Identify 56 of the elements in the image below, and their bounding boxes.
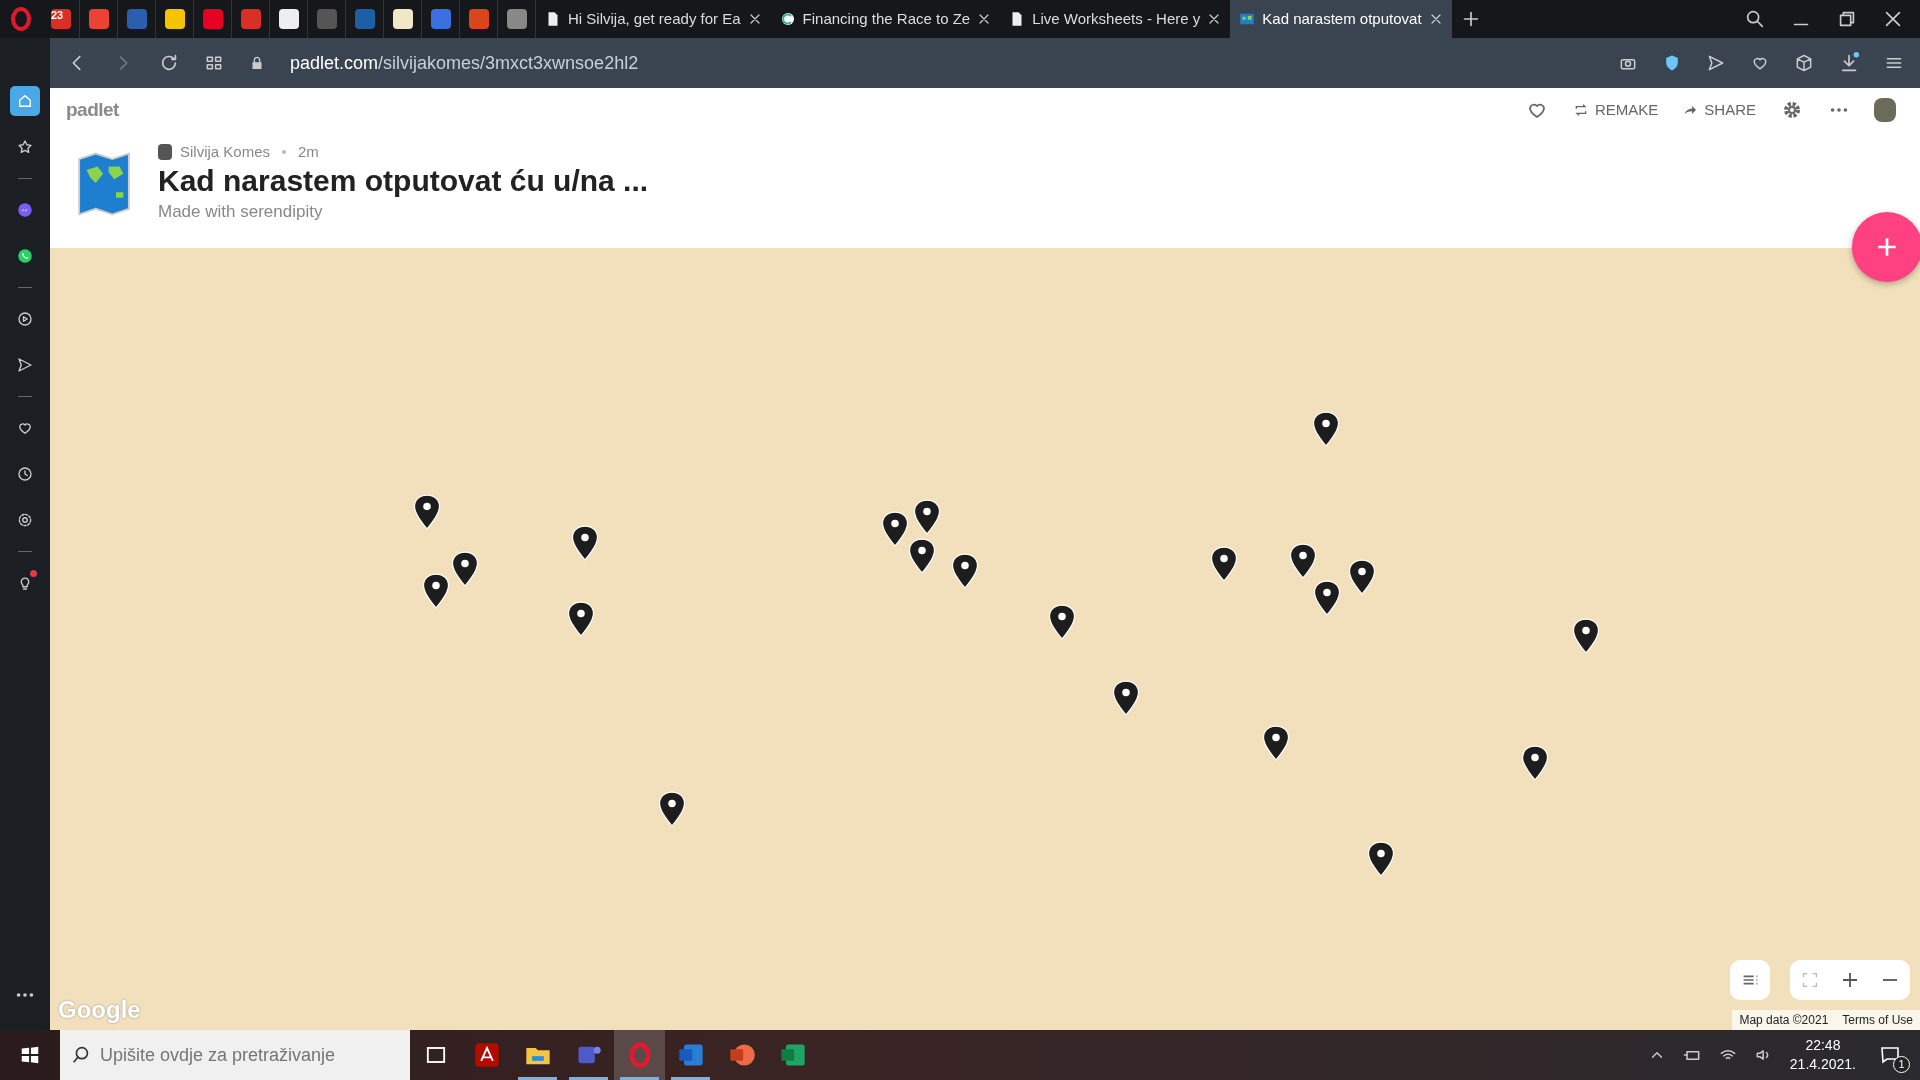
cube-icon[interactable] bbox=[1794, 53, 1814, 73]
address-field[interactable]: padlet.com/silvijakomes/3mxct3xwnsoe2hl2 bbox=[290, 49, 639, 77]
notifications-button[interactable]: 1 bbox=[1872, 1035, 1912, 1075]
search-icon[interactable] bbox=[1744, 8, 1766, 30]
windows-start-icon[interactable] bbox=[19, 1044, 41, 1066]
map-pin-icon[interactable] bbox=[1260, 723, 1291, 762]
map-pin-icon[interactable] bbox=[657, 789, 688, 828]
terms-link[interactable]: Terms of Use bbox=[1835, 1010, 1920, 1030]
clock[interactable]: 22:48 21.4.2021. bbox=[1789, 1036, 1856, 1074]
map-pin-icon[interactable] bbox=[1570, 616, 1601, 655]
browser-tab[interactable]: Financing the Race to Ze bbox=[770, 0, 1001, 38]
add-post-button[interactable] bbox=[1852, 212, 1920, 282]
map-pin-icon[interactable] bbox=[1311, 409, 1342, 448]
avatar bbox=[158, 143, 172, 160]
site-icon[interactable] bbox=[50, 9, 71, 29]
map-pin-icon[interactable] bbox=[1346, 558, 1377, 597]
map-pin-icon[interactable] bbox=[911, 498, 942, 537]
send-icon[interactable] bbox=[1706, 53, 1726, 73]
padlet-title: Kad narastem otputovat ću u/na ... bbox=[158, 163, 649, 199]
map-pin-icon[interactable] bbox=[1312, 578, 1343, 617]
plus-icon bbox=[1842, 972, 1858, 988]
search-field[interactable]: Upišite ovdje za pretraživanje bbox=[60, 1030, 410, 1080]
map-pin-icon[interactable] bbox=[906, 537, 937, 576]
browser-tab[interactable]: Hi Silvija, get ready for Ea bbox=[536, 0, 771, 38]
browser-tab[interactable]: Live Worksheets - Here y bbox=[1000, 0, 1231, 38]
date-number: 23 bbox=[51, 10, 64, 21]
browser-logo-icon[interactable] bbox=[9, 7, 33, 31]
remake-button[interactable]: REMAKE bbox=[1572, 99, 1659, 122]
map-pin-icon[interactable] bbox=[1287, 542, 1318, 581]
map-pin-icon[interactable] bbox=[1209, 544, 1240, 583]
map-attribution: Map data ©2021 bbox=[1738, 1012, 1830, 1029]
site-icon[interactable] bbox=[278, 9, 299, 29]
grid-icon[interactable] bbox=[204, 53, 224, 73]
map-pin-icon[interactable] bbox=[880, 510, 910, 549]
map-pin-icon[interactable] bbox=[570, 523, 601, 562]
site-icon[interactable] bbox=[164, 9, 185, 29]
map-pin-icon[interactable] bbox=[1046, 603, 1077, 642]
map-pin-icon[interactable] bbox=[1520, 744, 1551, 783]
site-icon[interactable] bbox=[392, 9, 413, 29]
map-pin-icon[interactable] bbox=[450, 549, 481, 588]
map-pin-icon[interactable] bbox=[1111, 679, 1142, 718]
map-pin-icon[interactable] bbox=[420, 571, 451, 610]
browser-tab[interactable]: Kad narastem otputovat bbox=[1230, 0, 1452, 38]
google-logo: Google bbox=[58, 995, 141, 1025]
avatar[interactable] bbox=[1874, 98, 1896, 123]
map-pin-icon[interactable] bbox=[949, 551, 980, 590]
acrobat-icon bbox=[472, 1041, 501, 1069]
map-pin-icon[interactable] bbox=[566, 599, 597, 638]
padlet-subtitle: Made with serendipity bbox=[158, 201, 324, 223]
sidebar-button[interactable] bbox=[10, 86, 40, 116]
minus-icon bbox=[1882, 979, 1898, 981]
map-pin-icon[interactable] bbox=[1366, 840, 1397, 878]
post-age: 2m bbox=[298, 141, 319, 162]
share-button[interactable]: SHARE bbox=[1682, 99, 1756, 122]
map-pin-icon[interactable] bbox=[412, 493, 443, 532]
author-name[interactable]: Silvija Komes bbox=[180, 140, 271, 163]
